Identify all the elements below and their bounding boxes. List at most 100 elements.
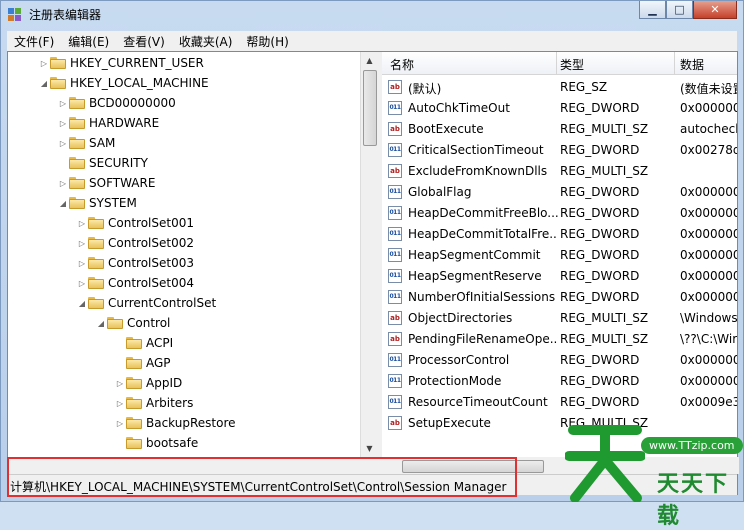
- value-row[interactable]: 011 ProcessorControl REG_DWORD 0x0000000: [382, 350, 737, 371]
- tree-item[interactable]: SECURITY: [57, 153, 148, 173]
- value-row[interactable]: ab (默认) REG_SZ (数值未设置): [382, 77, 737, 98]
- tree-item[interactable]: AGP: [114, 353, 171, 373]
- expand-arrow-icon[interactable]: ▷: [57, 119, 69, 128]
- value-row[interactable]: 011 GlobalFlag REG_DWORD 0x0000000: [382, 182, 737, 203]
- tree-item[interactable]: ◢ HKEY_LOCAL_MACHINE: [38, 73, 209, 93]
- column-header-data[interactable]: 数据: [680, 56, 704, 73]
- value-row[interactable]: ab PendingFileRenameOpe... REG_MULTI_SZ \??…: [382, 329, 737, 350]
- binary-value-icon: 011: [388, 185, 402, 199]
- value-name: PendingFileRenameOpe...: [408, 332, 558, 346]
- close-button[interactable]: ✕: [693, 1, 737, 19]
- tree-item[interactable]: ▷ Arbiters: [114, 393, 193, 413]
- value-type: REG_DWORD: [560, 227, 640, 241]
- menu-edit[interactable]: 编辑(E): [61, 33, 116, 50]
- expand-arrow-icon[interactable]: ▷: [114, 379, 126, 388]
- tree-item-label: ACPI: [146, 336, 174, 350]
- scroll-thumb[interactable]: [363, 70, 377, 146]
- tree-vertical-scrollbar[interactable]: ▲ ▼: [360, 52, 378, 457]
- value-type: REG_DWORD: [560, 101, 640, 115]
- expand-arrow-icon[interactable]: ▷: [114, 399, 126, 408]
- highlight-box: [7, 457, 517, 497]
- value-data: \??\C:\Wir: [680, 332, 737, 346]
- tree-item[interactable]: ▷ BackupRestore: [114, 413, 236, 433]
- folder-icon: [69, 97, 85, 109]
- expand-arrow-icon[interactable]: ▷: [114, 419, 126, 428]
- tree-item-label: ControlSet003: [108, 256, 194, 270]
- tree-item[interactable]: ▷ AppID: [114, 373, 182, 393]
- value-row[interactable]: 011 AutoChkTimeOut REG_DWORD 0x0000000: [382, 98, 737, 119]
- collapse-arrow-icon[interactable]: ◢: [76, 299, 88, 308]
- tree-item-label: BackupRestore: [146, 416, 236, 430]
- tree-item[interactable]: ▷ ControlSet004: [76, 273, 194, 293]
- value-type: REG_DWORD: [560, 185, 640, 199]
- value-row[interactable]: 011 ProtectionMode REG_DWORD 0x0000000: [382, 371, 737, 392]
- scroll-up-icon[interactable]: ▲: [361, 52, 378, 69]
- tree-item[interactable]: ◢ CurrentControlSet: [76, 293, 216, 313]
- tree-item-label: bootsafe: [146, 436, 199, 450]
- expand-arrow-icon[interactable]: ▷: [76, 259, 88, 268]
- tree-item[interactable]: ACPI: [114, 333, 173, 353]
- binary-value-icon: 011: [388, 206, 402, 220]
- value-data: 0x0000000: [680, 353, 737, 367]
- value-name: HeapSegmentReserve: [408, 269, 542, 283]
- scroll-down-icon[interactable]: ▼: [361, 440, 378, 457]
- value-row[interactable]: 011 HeapSegmentCommit REG_DWORD 0x0000000: [382, 245, 737, 266]
- value-row[interactable]: 011 HeapDeCommitFreeBlo... REG_DWORD 0x0000…: [382, 203, 737, 224]
- tree-item[interactable]: ▷ SAM: [57, 133, 115, 153]
- folder-icon: [69, 177, 85, 189]
- tree-item[interactable]: ▷ ControlSet001: [76, 213, 194, 233]
- maximize-button[interactable]: □: [666, 1, 693, 19]
- column-header-type[interactable]: 类型: [560, 56, 584, 73]
- value-name: GlobalFlag: [408, 185, 472, 199]
- tree-item-label: Arbiters: [146, 396, 194, 410]
- tree-item[interactable]: bootsafe: [114, 433, 198, 453]
- tree-item[interactable]: ▷ BCD00000000: [57, 93, 176, 113]
- binary-value-icon: 011: [388, 143, 402, 157]
- menu-file[interactable]: 文件(F): [7, 33, 61, 50]
- tree-item[interactable]: ◢ Control: [95, 313, 170, 333]
- value-type: REG_SZ: [560, 80, 608, 94]
- tree-item-label: CurrentControlSet: [108, 296, 217, 310]
- tree-item[interactable]: ▷ ControlSet002: [76, 233, 194, 253]
- minimize-button[interactable]: ▁: [639, 1, 666, 19]
- value-row[interactable]: 011 NumberOfInitialSessions REG_DWORD 0x000…: [382, 287, 737, 308]
- value-name: HeapDeCommitFreeBlo...: [408, 206, 558, 220]
- tree-item-label: ControlSet001: [108, 216, 194, 230]
- value-data: 0x0000000: [680, 290, 737, 304]
- folder-icon: [126, 437, 142, 449]
- expand-arrow-icon[interactable]: ▷: [57, 139, 69, 148]
- title-bar[interactable]: 注册表编辑器 ▁ □ ✕: [1, 1, 743, 27]
- expand-arrow-icon[interactable]: ▷: [76, 239, 88, 248]
- menu-bar: 文件(F) 编辑(E) 查看(V) 收藏夹(A) 帮助(H): [7, 31, 737, 51]
- expand-arrow-icon[interactable]: ▷: [57, 179, 69, 188]
- collapse-arrow-icon[interactable]: ◢: [57, 199, 69, 208]
- folder-icon: [50, 57, 66, 69]
- tree-item[interactable]: ▷ SOFTWARE: [57, 173, 156, 193]
- value-row[interactable]: 011 HeapDeCommitTotalFre... REG_DWORD 0x000…: [382, 224, 737, 245]
- expand-arrow-icon[interactable]: ▷: [76, 279, 88, 288]
- menu-help[interactable]: 帮助(H): [239, 33, 295, 50]
- value-row[interactable]: ab ExcludeFromKnownDlls REG_MULTI_SZ: [382, 161, 737, 182]
- value-name: BootExecute: [408, 122, 484, 136]
- tree-item[interactable]: ▷ ControlSet003: [76, 253, 194, 273]
- menu-favorites[interactable]: 收藏夹(A): [172, 33, 240, 50]
- value-name: SetupExecute: [408, 416, 491, 430]
- tree-item[interactable]: ▷ HARDWARE: [57, 113, 159, 133]
- value-type: REG_MULTI_SZ: [560, 332, 649, 346]
- tree-item-label: SYSTEM: [89, 196, 137, 210]
- value-row[interactable]: ab ObjectDirectories REG_MULTI_SZ \Windows: [382, 308, 737, 329]
- tree-item[interactable]: ▷ HKEY_CURRENT_USER: [38, 53, 204, 73]
- tree-item[interactable]: ◢ SYSTEM: [57, 193, 137, 213]
- expand-arrow-icon[interactable]: ▷: [38, 59, 50, 68]
- expand-arrow-icon[interactable]: ▷: [76, 219, 88, 228]
- collapse-arrow-icon[interactable]: ◢: [38, 79, 50, 88]
- value-row[interactable]: 011 CriticalSectionTimeout REG_DWORD 0x0027…: [382, 140, 737, 161]
- collapse-arrow-icon[interactable]: ◢: [95, 319, 107, 328]
- key-tree[interactable]: ▷ HKEY_CURRENT_USER ◢ HKEY_LOCAL_MACHINE ▷ BC…: [8, 52, 378, 457]
- menu-view[interactable]: 查看(V): [116, 33, 172, 50]
- value-row[interactable]: ab BootExecute REG_MULTI_SZ autocheck: [382, 119, 737, 140]
- value-name: ObjectDirectories: [408, 311, 513, 325]
- column-header-name[interactable]: 名称: [390, 56, 414, 73]
- expand-arrow-icon[interactable]: ▷: [57, 99, 69, 108]
- value-row[interactable]: 011 HeapSegmentReserve REG_DWORD 0x0000000: [382, 266, 737, 287]
